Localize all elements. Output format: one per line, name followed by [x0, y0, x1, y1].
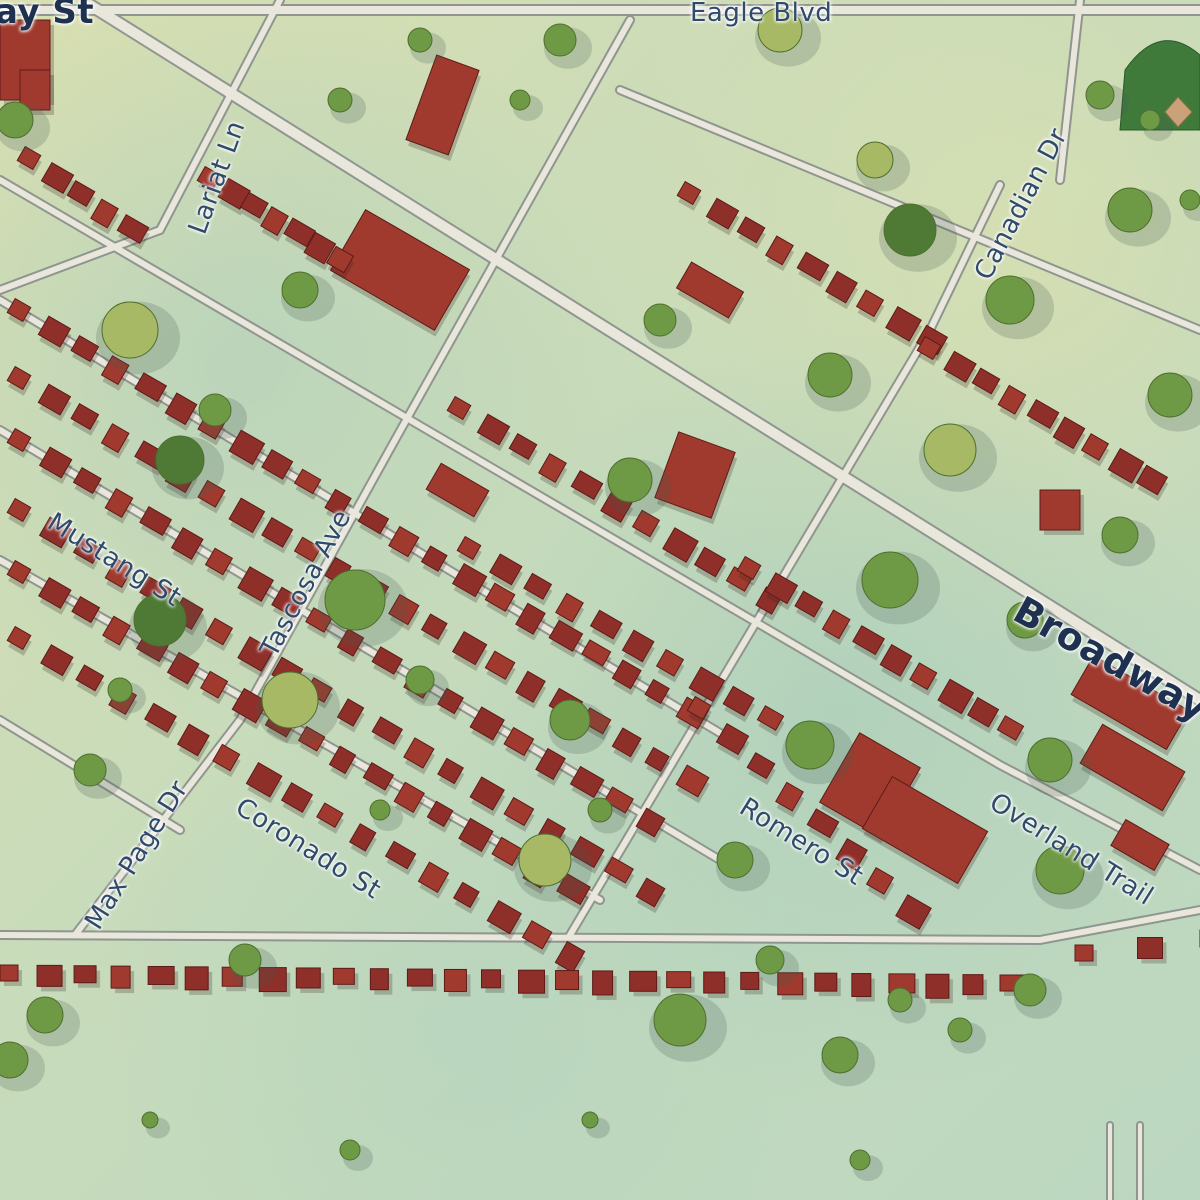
tree	[923, 423, 977, 477]
tree	[141, 1111, 159, 1129]
building	[19, 69, 51, 111]
building	[443, 968, 467, 992]
building	[925, 973, 950, 999]
building	[1137, 937, 1163, 959]
street-label-eagle-blvd: Eagle Blvd	[690, 0, 833, 28]
tree	[324, 569, 386, 631]
building	[814, 972, 838, 992]
tree	[1085, 80, 1115, 110]
street-label-way-st: ay St	[0, 0, 95, 32]
tree	[107, 677, 133, 703]
tree	[369, 799, 391, 821]
tree	[821, 1036, 859, 1074]
building	[110, 965, 131, 989]
tree	[509, 89, 531, 111]
tree	[1147, 372, 1193, 418]
tree	[887, 987, 913, 1013]
tree	[716, 841, 754, 879]
tree	[581, 1111, 599, 1129]
tree	[155, 435, 205, 485]
building	[555, 970, 580, 991]
tree	[549, 699, 591, 741]
building	[73, 965, 97, 984]
tree	[543, 23, 577, 57]
tree	[849, 1149, 871, 1171]
tree	[1139, 109, 1161, 131]
building	[332, 967, 355, 985]
building	[1074, 944, 1094, 962]
tree	[101, 301, 159, 359]
tree	[947, 1017, 973, 1043]
building	[36, 964, 63, 987]
tree	[407, 27, 433, 53]
map-canvas[interactable]: ay St Eagle Blvd Lariat Ln Canadian Dr B…	[0, 0, 1200, 1200]
building	[518, 969, 546, 994]
tree	[518, 833, 572, 887]
tree	[26, 996, 64, 1034]
building	[147, 965, 175, 985]
tree	[883, 203, 937, 257]
building	[295, 967, 321, 989]
building	[851, 973, 872, 998]
tree	[587, 797, 613, 823]
buildings-layer	[0, 19, 1200, 1004]
tree	[281, 271, 319, 309]
tree	[785, 720, 835, 770]
building	[480, 969, 501, 989]
tree	[1013, 973, 1047, 1007]
tree	[261, 671, 319, 729]
tree	[653, 993, 707, 1047]
tree	[1107, 187, 1153, 233]
tree	[339, 1139, 361, 1161]
tree	[807, 352, 853, 398]
tree	[198, 393, 232, 427]
tree	[1101, 516, 1139, 554]
tree	[0, 101, 34, 139]
building	[1039, 489, 1081, 531]
building	[703, 971, 726, 994]
building	[666, 971, 692, 989]
building	[629, 970, 658, 992]
tree	[73, 753, 107, 787]
building	[369, 968, 389, 991]
tree	[755, 945, 785, 975]
tree	[228, 943, 262, 977]
tree	[856, 141, 894, 179]
building	[406, 968, 433, 987]
tree	[861, 551, 919, 609]
building	[962, 974, 984, 996]
tree	[643, 303, 677, 337]
tree	[607, 457, 653, 503]
tree	[1179, 189, 1200, 211]
building	[184, 966, 209, 991]
building	[740, 971, 760, 990]
building	[0, 964, 19, 982]
tree	[327, 87, 353, 113]
tree	[1027, 737, 1073, 783]
tree	[405, 665, 435, 695]
building	[592, 970, 614, 996]
